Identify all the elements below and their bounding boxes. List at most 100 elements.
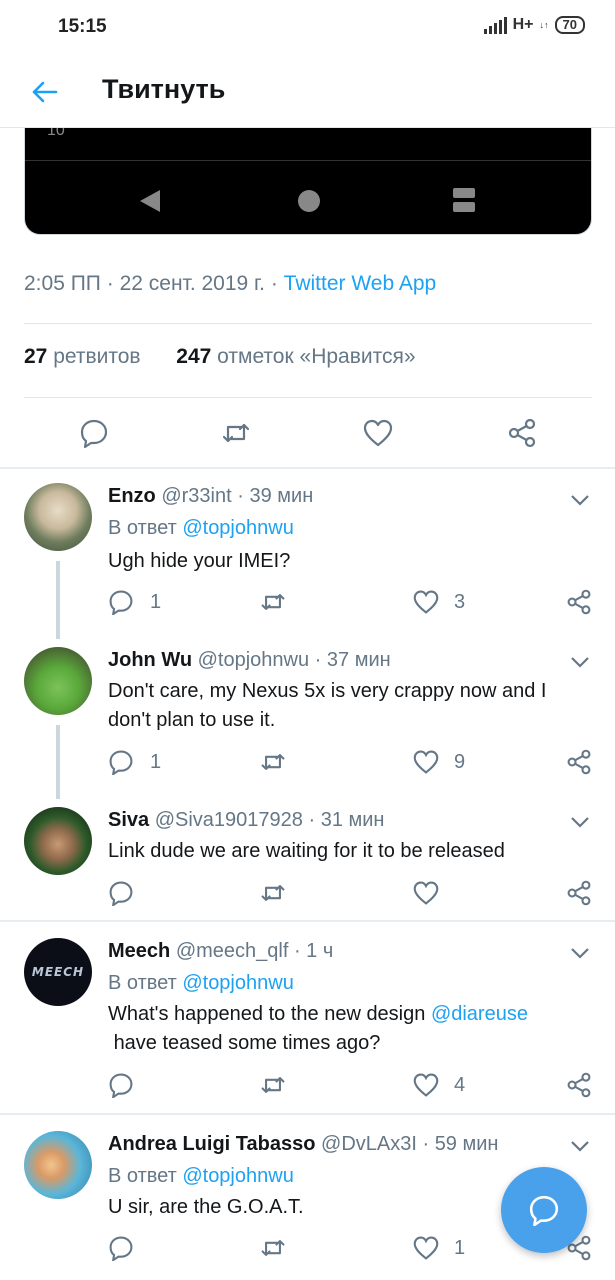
reply-icon[interactable] bbox=[108, 880, 134, 906]
share-icon[interactable] bbox=[507, 418, 537, 448]
reply-bubble-icon bbox=[529, 1195, 559, 1226]
like-icon[interactable] bbox=[413, 589, 439, 615]
avatar[interactable] bbox=[24, 483, 92, 551]
reply-tweet[interactable]: Enzo @r33int · 39 мин В ответ @topjohnwu… bbox=[0, 469, 615, 639]
chevron-down-icon[interactable] bbox=[570, 493, 590, 507]
app-header: Твитнуть bbox=[0, 56, 615, 128]
reply-header: John Wu @topjohnwu · 37 мин bbox=[108, 649, 391, 671]
tweet-timestamp: 2:05 ПП · 22 сент. 2019 г. · Twitter Web… bbox=[24, 272, 437, 295]
like-icon[interactable] bbox=[413, 880, 439, 906]
media-partial-text: 10 bbox=[47, 128, 65, 139]
like-count: 1 bbox=[454, 1237, 466, 1259]
reply-tweet[interactable]: MEECH Meech @meech_qlf · 1 ч В ответ @to… bbox=[0, 922, 615, 1112]
tweet-media[interactable]: 10 bbox=[24, 128, 592, 235]
author-name[interactable]: Meech bbox=[108, 940, 170, 962]
tweet-actions bbox=[0, 410, 615, 456]
reply-time: 37 мин bbox=[326, 649, 391, 671]
reply-icon[interactable] bbox=[79, 418, 109, 448]
chevron-down-icon[interactable] bbox=[570, 946, 590, 960]
share-icon[interactable] bbox=[566, 749, 592, 775]
like-icon[interactable] bbox=[413, 749, 439, 775]
tweet-date: 22 сент. 2019 г. bbox=[119, 272, 265, 295]
reply-header: Enzo @r33int · 39 мин bbox=[108, 485, 314, 507]
like-count: 3 bbox=[454, 591, 466, 613]
like-count: 9 bbox=[454, 751, 466, 773]
retweet-icon[interactable] bbox=[260, 589, 286, 615]
reply-time: 1 ч bbox=[306, 940, 334, 962]
author-name[interactable]: John Wu bbox=[108, 649, 192, 671]
avatar[interactable] bbox=[24, 807, 92, 875]
author-handle: @meech_qlf bbox=[175, 940, 289, 962]
reply-icon[interactable] bbox=[108, 749, 134, 775]
retweet-icon[interactable] bbox=[260, 1072, 286, 1098]
author-handle: @Siva19017928 bbox=[154, 809, 303, 831]
reply-icon[interactable] bbox=[108, 1235, 134, 1261]
tweet-time: 2:05 ПП bbox=[24, 272, 101, 295]
reply-to-line: В ответ @topjohnwu bbox=[108, 1165, 294, 1187]
reply-to-line: В ответ @topjohnwu bbox=[108, 972, 294, 994]
reply-text: Don't care, my Nexus 5x is very crappy n… bbox=[108, 680, 547, 731]
reply-header: Meech @meech_qlf · 1 ч bbox=[108, 940, 334, 962]
chevron-down-icon[interactable] bbox=[570, 1139, 590, 1153]
retweet-icon[interactable] bbox=[221, 418, 251, 448]
chevron-down-icon[interactable] bbox=[570, 655, 590, 669]
share-icon[interactable] bbox=[566, 880, 592, 906]
reply-count: 1 bbox=[150, 751, 162, 773]
reply-text: Ugh hide your IMEI? bbox=[108, 550, 291, 572]
compose-reply-button[interactable] bbox=[501, 1167, 587, 1253]
avatar[interactable]: MEECH bbox=[24, 938, 92, 1006]
author-handle: @DvLAx3I bbox=[321, 1133, 417, 1155]
reply-to-handle[interactable]: @topjohnwu bbox=[182, 517, 293, 539]
likes-stat[interactable]: 247 отметок «Нравится» bbox=[176, 345, 415, 368]
retweet-icon[interactable] bbox=[260, 1235, 286, 1261]
retweet-icon[interactable] bbox=[260, 880, 286, 906]
reply-header: Andrea Luigi Tabasso @DvLAx3I · 59 мин bbox=[108, 1133, 499, 1155]
reply-time: 31 мин bbox=[320, 809, 385, 831]
avatar[interactable] bbox=[24, 647, 92, 715]
reply-to-handle[interactable]: @topjohnwu bbox=[182, 1165, 293, 1187]
chevron-down-icon[interactable] bbox=[570, 815, 590, 829]
network-type: H+ bbox=[512, 16, 534, 33]
reply-time: 39 мин bbox=[249, 485, 314, 507]
reply-tweet[interactable]: Siva @Siva19017928 · 31 мин Link dude we… bbox=[0, 789, 615, 920]
reply-to-handle[interactable]: @topjohnwu bbox=[182, 972, 293, 994]
back-arrow-icon[interactable] bbox=[30, 78, 58, 106]
like-icon[interactable] bbox=[363, 418, 393, 448]
reply-tweet[interactable]: John Wu @topjohnwu · 37 мин Don't care, … bbox=[0, 629, 615, 799]
divider bbox=[24, 397, 592, 398]
avatar[interactable] bbox=[24, 1131, 92, 1199]
author-name[interactable]: Andrea Luigi Tabasso bbox=[108, 1133, 315, 1155]
battery-icon: 70 bbox=[554, 16, 585, 34]
android-home-icon bbox=[298, 190, 320, 212]
tweet-source-link[interactable]: Twitter Web App bbox=[284, 272, 437, 295]
reply-text: Link dude we are waiting for it to be re… bbox=[108, 840, 505, 862]
reply-time: 59 мин bbox=[434, 1133, 499, 1155]
reply-to-line: В ответ @topjohnwu bbox=[108, 517, 294, 539]
author-handle: @topjohnwu bbox=[197, 649, 310, 671]
like-icon[interactable] bbox=[413, 1235, 439, 1261]
status-icons: H+ ↓↑ 70 bbox=[483, 16, 585, 34]
reply-actions bbox=[0, 880, 615, 910]
share-icon[interactable] bbox=[566, 1072, 592, 1098]
tweet-stats: 27 ретвитов 247 отметок «Нравится» bbox=[24, 345, 416, 369]
like-count: 4 bbox=[454, 1074, 466, 1096]
author-handle: @r33int bbox=[161, 485, 232, 507]
reply-actions: 4 bbox=[0, 1072, 615, 1102]
reply-text: What's happened to the new design @diare… bbox=[108, 1003, 528, 1054]
like-icon[interactable] bbox=[413, 1072, 439, 1098]
reply-icon[interactable] bbox=[108, 1072, 134, 1098]
retweets-stat[interactable]: 27 ретвитов bbox=[24, 345, 141, 368]
media-divider bbox=[25, 160, 591, 161]
reply-actions: 1 3 bbox=[0, 589, 615, 619]
divider bbox=[24, 323, 592, 324]
retweet-icon[interactable] bbox=[260, 749, 286, 775]
status-bar: 15:15 H+ ↓↑ 70 bbox=[0, 0, 615, 56]
mention-link[interactable]: @diareuse bbox=[431, 1003, 528, 1025]
status-time: 15:15 bbox=[58, 16, 107, 37]
author-name[interactable]: Enzo bbox=[108, 485, 156, 507]
network-arrows: ↓↑ bbox=[539, 20, 549, 30]
android-recents-icon bbox=[453, 188, 475, 212]
author-name[interactable]: Siva bbox=[108, 809, 149, 831]
share-icon[interactable] bbox=[566, 589, 592, 615]
reply-icon[interactable] bbox=[108, 589, 134, 615]
